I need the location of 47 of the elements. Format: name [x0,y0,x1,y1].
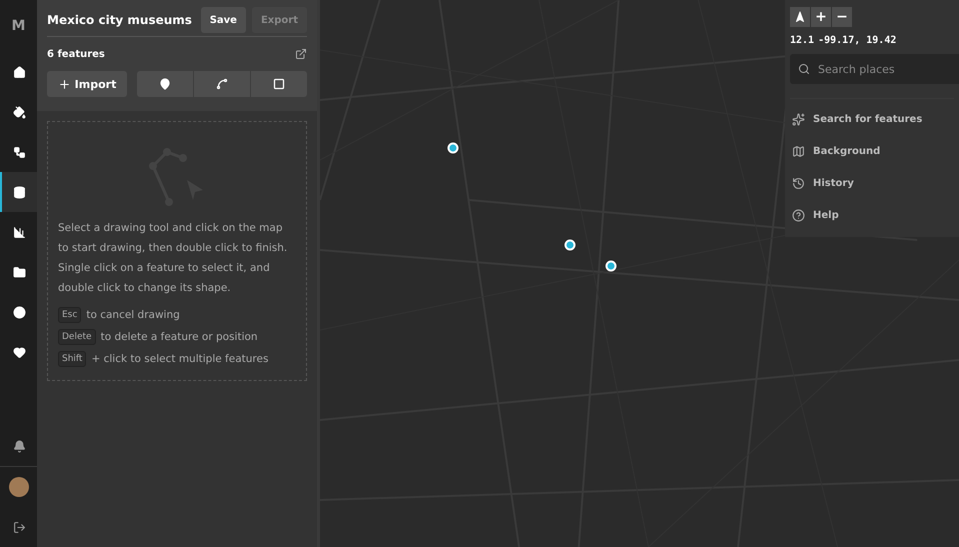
pin-icon [159,78,171,90]
menu-item[interactable]: Search for features [790,107,954,131]
save-button[interactable]: Save [200,7,246,33]
key-label: Esc [58,307,82,323]
folder-icon [13,266,26,278]
nav-item[interactable] [0,172,37,212]
menu-item[interactable]: Help [790,203,954,227]
map[interactable]: + − 12.1 -99.17, 19.42 Search places Search for features Background History Help [320,0,959,547]
map-icon [792,144,805,158]
map-title: Mexico city museums [47,13,193,27]
square-icon [273,78,285,90]
key-label: Shift [58,351,86,367]
feature-point[interactable] [605,260,616,272]
drawing-help-text: Select a drawing tool and click on the map to start drawing, then double click to finish. Single click on a feature to select it, and double click to change its shape. [58,221,288,296]
zoom-in-button[interactable]: + [811,7,831,27]
nodes-icon [13,146,26,158]
search-icon [798,63,810,75]
menu-item[interactable]: History [790,171,954,195]
compass-button[interactable] [790,7,810,27]
heart-icon [13,346,26,358]
draw-tool-button[interactable] [137,71,193,97]
paint-bucket-icon [13,106,26,118]
plus-icon [58,78,71,90]
shortcut-text: + click to select multiple features [91,353,268,365]
coordinates: -99.17, 19.42 [818,35,896,46]
sparkle-icon [792,112,805,126]
history-icon [792,176,805,190]
database-icon [13,186,26,198]
zoom-level: 12.1 [790,35,814,46]
shortcut-text: to cancel drawing [86,309,180,321]
help-icon [792,208,805,222]
external-link-icon[interactable] [295,48,307,60]
shortcut-text: to delete a feature or position [100,331,258,343]
app-logo[interactable]: M [0,0,37,52]
feature-count: 6 features [47,48,105,60]
draw-tool-button[interactable] [251,71,307,97]
feature-point[interactable] [564,240,576,251]
compass-icon [794,11,806,23]
feature-point[interactable] [447,142,458,154]
key-label: Delete [58,329,96,345]
line-icon [216,78,228,90]
import-button[interactable]: Import [47,71,127,97]
zoom-out-button[interactable]: − [832,7,852,27]
menu-item[interactable]: Background [790,139,954,163]
avatar[interactable] [8,477,28,497]
search-field[interactable]: Search places [790,54,959,84]
home-icon [13,66,26,78]
